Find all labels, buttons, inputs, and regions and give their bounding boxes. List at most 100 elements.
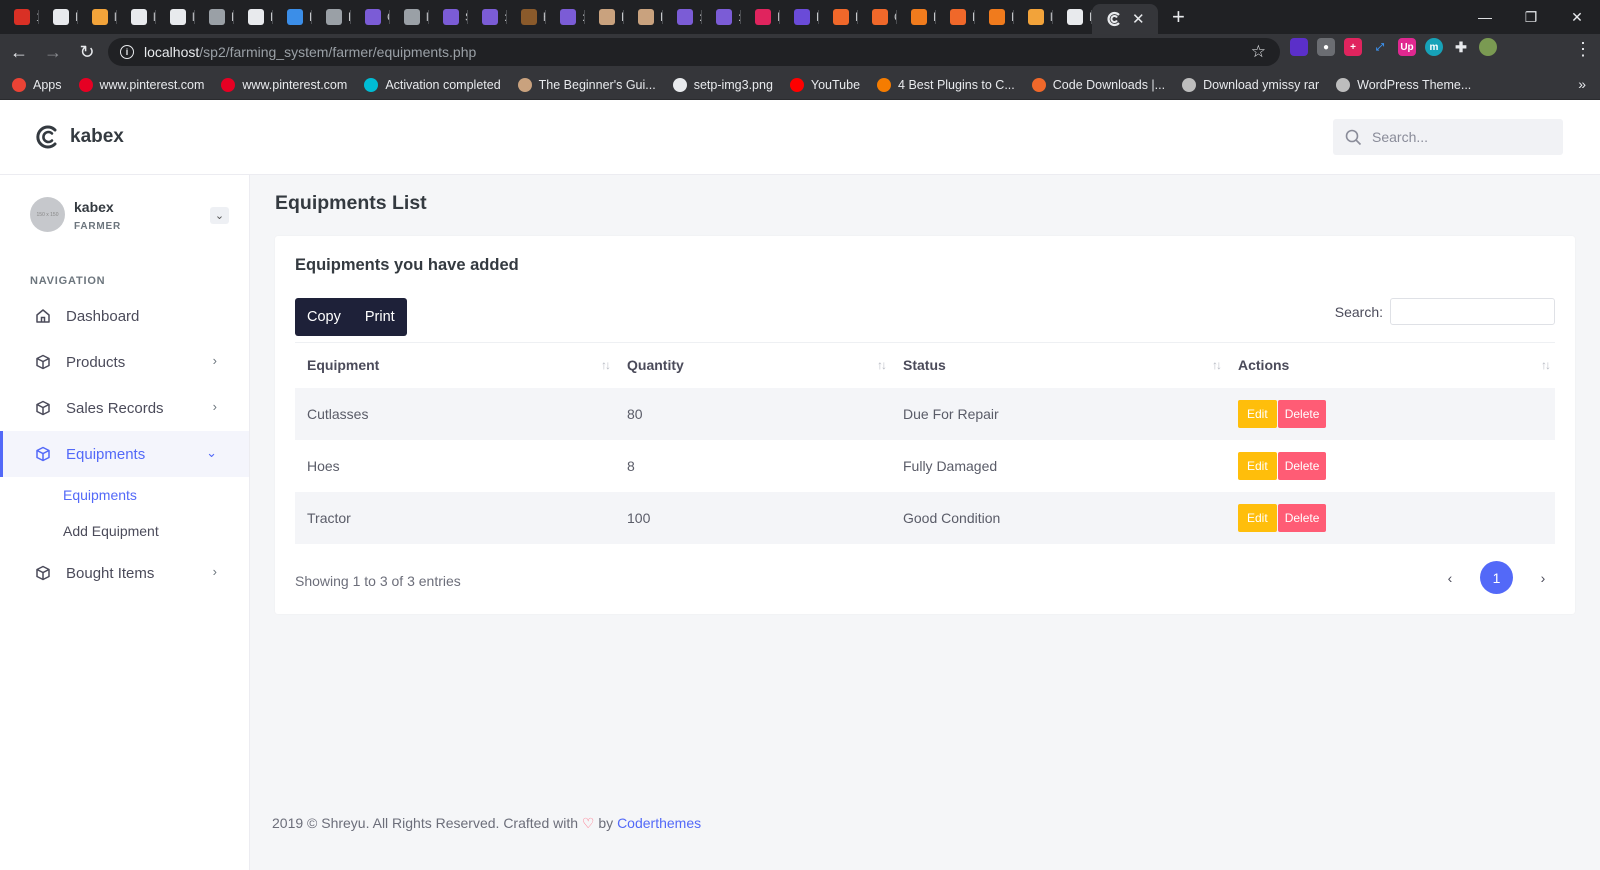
browser-tab[interactable]: :( <box>546 0 585 34</box>
profile-dropdown-chevron-icon[interactable]: ⌄ <box>210 207 229 224</box>
browser-tab[interactable]: H <box>624 0 663 34</box>
minimize-icon[interactable]: — <box>1462 0 1508 34</box>
browser-tab[interactable]: :( <box>468 0 507 34</box>
bookmark-favicon-icon <box>877 77 892 92</box>
browser-tab[interactable]: M <box>39 0 78 34</box>
submenu-item-add-equipment[interactable]: Add Equipment <box>63 523 159 539</box>
column-header-status[interactable]: Status ↑↓ <box>891 342 1226 388</box>
camera-extension-icon[interactable]: ● <box>1317 38 1335 56</box>
browser-tab[interactable]: B <box>585 0 624 34</box>
sidebar-item-equipments[interactable]: Equipments ⌄ <box>0 431 249 477</box>
close-window-icon[interactable]: ✕ <box>1554 0 1600 34</box>
bookmark-item[interactable]: WordPress Theme... <box>1336 77 1471 92</box>
browser-tab[interactable]: F <box>780 0 819 34</box>
column-header-actions[interactable]: Actions ↑↓ <box>1226 342 1555 388</box>
forward-icon[interactable]: → <box>38 37 68 67</box>
browser-tab[interactable]: II <box>741 0 780 34</box>
upwork-extension-icon[interactable]: Up <box>1398 38 1416 56</box>
extension-icon[interactable] <box>1290 38 1308 56</box>
sidebar-item-sales-records[interactable]: Sales Records › <box>0 385 249 431</box>
tab-favicon-icon <box>287 9 303 25</box>
browser-tab[interactable]: M <box>975 0 1014 34</box>
tab-favicon-icon <box>92 9 108 25</box>
column-header-equipment[interactable]: Equipment ↑↓ <box>295 342 615 388</box>
browser-tab[interactable]: F <box>234 0 273 34</box>
bookmark-item[interactable]: www.pinterest.com <box>221 77 347 92</box>
reload-icon[interactable]: ↻ <box>72 37 102 67</box>
browser-tab[interactable]: lc <box>1014 0 1053 34</box>
previous-page-icon[interactable]: ‹ <box>1438 570 1462 586</box>
extensions-puzzle-icon[interactable]: ✚ <box>1452 38 1470 56</box>
bookmark-item[interactable]: YouTube <box>789 77 860 92</box>
browser-tab[interactable]: S <box>429 0 468 34</box>
expand-extension-icon[interactable]: ⤢ <box>1371 38 1389 56</box>
browser-tab[interactable]: lc <box>156 0 195 34</box>
table-search-input[interactable] <box>1390 298 1555 325</box>
brand-logo[interactable]: kabex <box>34 124 124 150</box>
bookmarks-more[interactable]: » <box>1578 76 1586 92</box>
delete-button[interactable]: Delete <box>1277 399 1327 428</box>
m-extension-icon[interactable]: m <box>1425 38 1443 56</box>
browser-tab[interactable]: P <box>273 0 312 34</box>
edit-button[interactable]: Edit <box>1238 451 1277 480</box>
bookmark-star-icon[interactable]: ☆ <box>1251 42 1266 62</box>
browser-tab[interactable]: C <box>351 0 390 34</box>
page-number-button[interactable]: 1 <box>1480 561 1513 594</box>
coderthemes-link[interactable]: Coderthemes <box>617 815 701 831</box>
sidebar-item-bought-items[interactable]: Bought Items › <box>0 550 249 596</box>
copy-button[interactable]: Copy <box>295 298 353 336</box>
tab-close-icon[interactable]: ✕ <box>1132 10 1145 28</box>
tab-favicon-icon <box>638 9 654 25</box>
top-search-input[interactable] <box>1372 129 1542 145</box>
browser-tab[interactable]: C <box>858 0 897 34</box>
browser-tab[interactable]: lc <box>390 0 429 34</box>
sidebar-item-dashboard[interactable]: Dashboard <box>0 293 249 339</box>
bookmark-item[interactable]: Apps <box>12 77 62 92</box>
browser-tab[interactable]: D <box>936 0 975 34</box>
delete-button[interactable]: Delete <box>1277 503 1327 532</box>
column-header-quantity[interactable]: Quantity ↑↓ <box>615 342 891 388</box>
browser-tab[interactable]: :( <box>663 0 702 34</box>
browser-tab[interactable]: F <box>819 0 858 34</box>
profile-avatar[interactable] <box>1479 38 1497 56</box>
bookmark-label: Code Downloads |... <box>1052 77 1166 92</box>
address-bar[interactable]: i localhost/sp2/farming_system/farmer/eq… <box>108 38 1280 66</box>
chevron-right-icon: › <box>212 353 217 368</box>
site-info-icon[interactable]: i <box>120 45 134 59</box>
avatar[interactable]: 150 x 150 <box>30 197 65 232</box>
browser-tab[interactable]: h <box>507 0 546 34</box>
extension-icon[interactable]: + <box>1344 38 1362 56</box>
browser-tab[interactable]: :( <box>702 0 741 34</box>
bookmark-favicon-icon <box>1336 77 1351 92</box>
browser-tab[interactable]: lc <box>78 0 117 34</box>
tab-favicon-icon <box>404 9 420 25</box>
bookmark-item[interactable]: The Beginner's Gui... <box>517 77 656 92</box>
browser-tab-active[interactable]: ✕ <box>1092 4 1158 34</box>
submenu-item-equipments[interactable]: Equipments <box>63 487 137 503</box>
print-button[interactable]: Print <box>353 298 407 336</box>
export-button-group: Copy Print <box>295 298 407 336</box>
browser-tab[interactable]: F <box>1053 0 1092 34</box>
bookmark-item[interactable]: Activation completed <box>364 77 501 92</box>
new-tab-button[interactable]: + <box>1172 4 1196 30</box>
bookmark-item[interactable]: Download ymissy rar <box>1182 77 1319 92</box>
browser-menu-icon[interactable]: ⋮ <box>1574 39 1592 60</box>
bookmark-item[interactable]: Code Downloads |... <box>1031 77 1166 92</box>
edit-button[interactable]: Edit <box>1238 399 1277 428</box>
browser-tab[interactable]: H <box>897 0 936 34</box>
browser-tab[interactable]: B <box>312 0 351 34</box>
browser-tab[interactable]: 1! <box>0 0 39 34</box>
delete-button[interactable]: Delete <box>1277 451 1327 480</box>
browser-tab[interactable]: lc <box>117 0 156 34</box>
tab-favicon-icon <box>755 9 771 25</box>
bookmark-item[interactable]: www.pinterest.com <box>78 77 205 92</box>
bookmark-label: www.pinterest.com <box>99 77 205 92</box>
edit-button[interactable]: Edit <box>1238 503 1277 532</box>
back-icon[interactable]: ← <box>4 37 34 67</box>
next-page-icon[interactable]: › <box>1531 570 1555 586</box>
bookmark-item[interactable]: 4 Best Plugins to C... <box>877 77 1015 92</box>
browser-tab[interactable]: M <box>195 0 234 34</box>
restore-icon[interactable]: ❐ <box>1508 0 1554 34</box>
sidebar-item-products[interactable]: Products › <box>0 339 249 385</box>
bookmark-item[interactable]: setp-img3.png <box>672 77 773 92</box>
